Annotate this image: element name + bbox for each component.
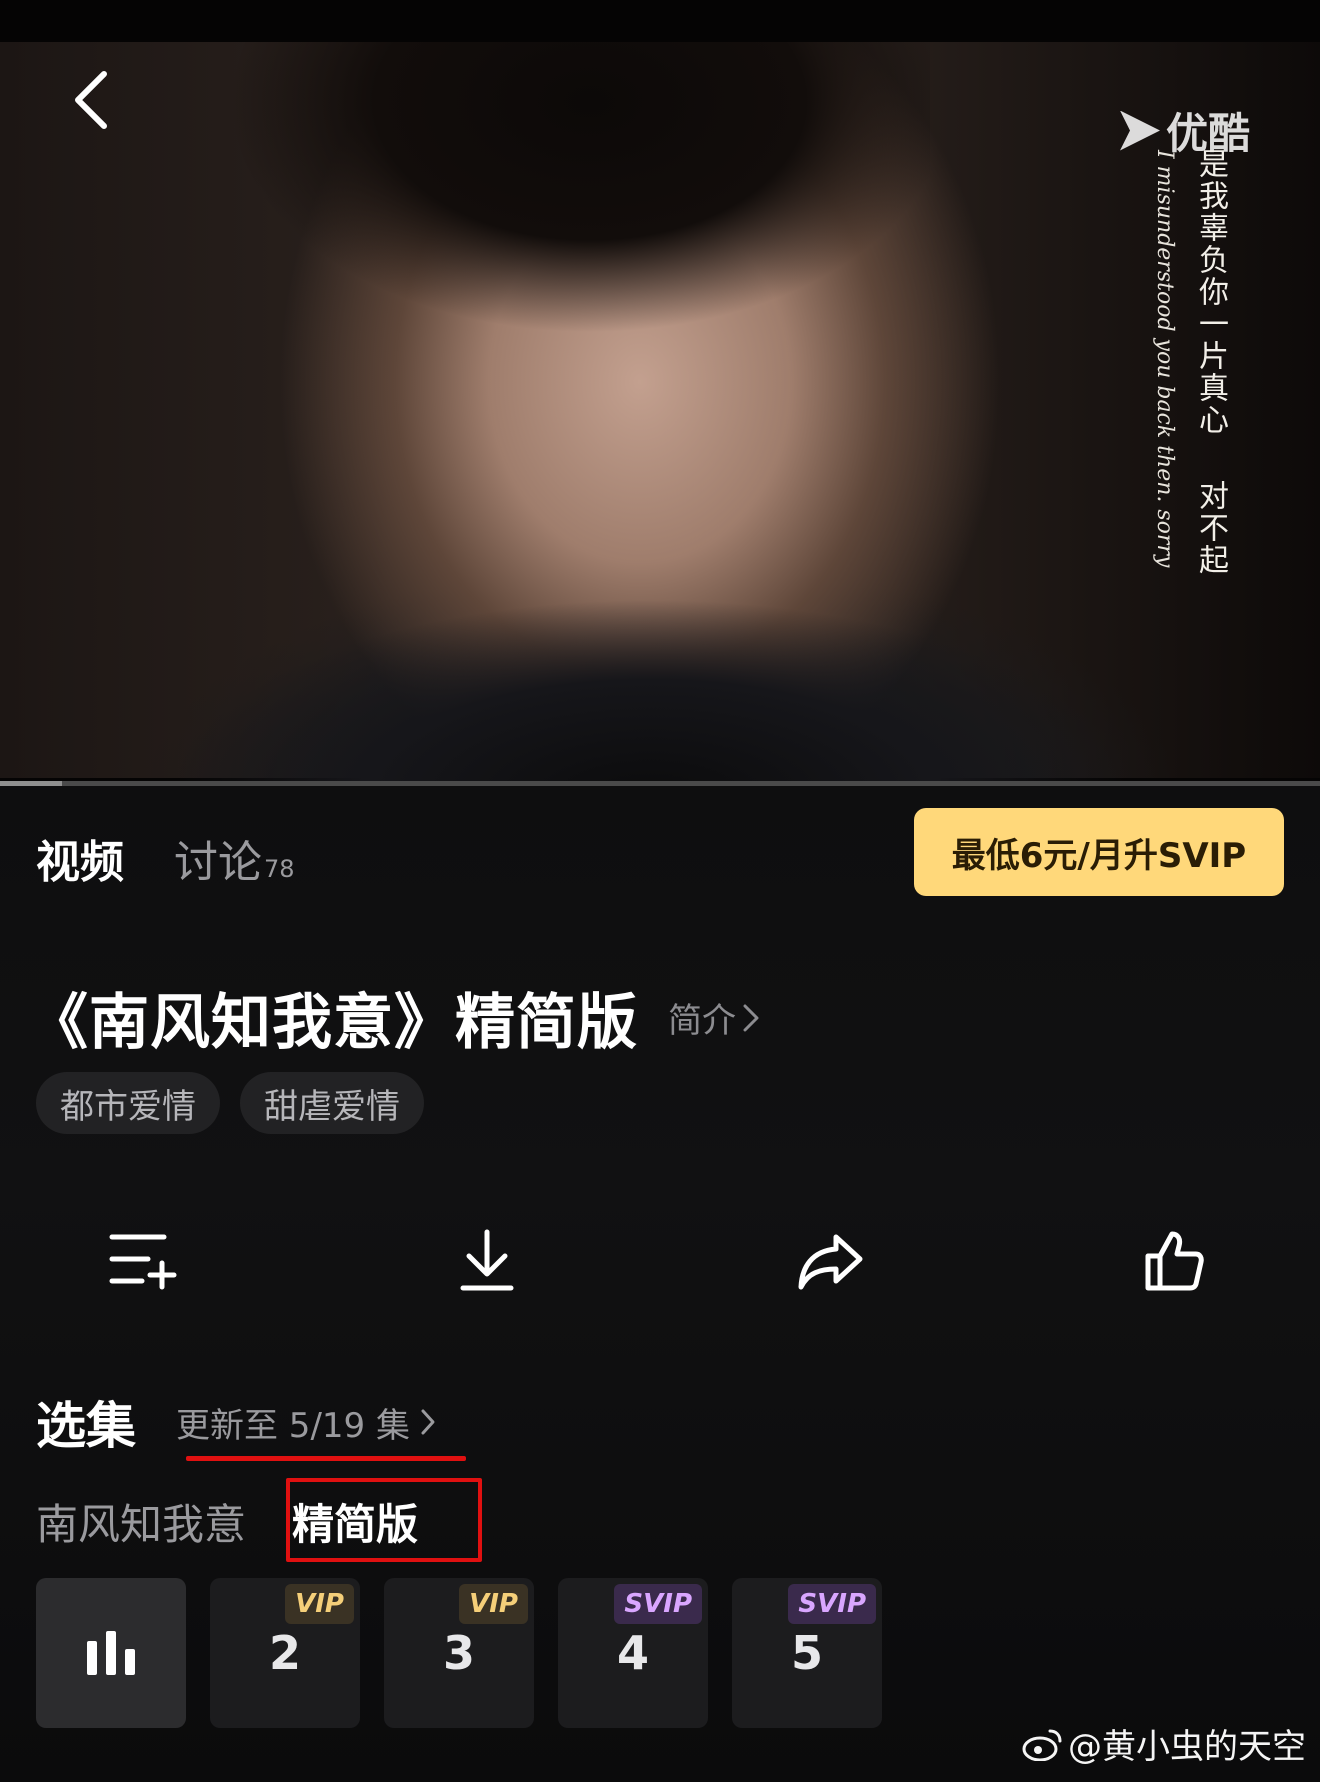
- share-icon: [798, 1234, 863, 1290]
- subtitle-english: I misunderstood you back then. sorry: [1152, 150, 1177, 568]
- detail-panel: 视频 讨论78 最低6元/月升SVIP 《南风知我意》精简版 简介 都市爱情 甜…: [0, 786, 1320, 1782]
- weibo-handle: @黄小虫的天空: [1068, 1727, 1306, 1767]
- svip-badge: SVIP: [788, 1584, 876, 1624]
- episode-1-playing[interactable]: [36, 1578, 186, 1728]
- intro-link[interactable]: 简介: [668, 993, 760, 1042]
- intro-label: 简介: [668, 1001, 736, 1041]
- tab-video[interactable]: 视频: [36, 826, 124, 890]
- discussion-count: 78: [264, 855, 295, 883]
- tab-discussion[interactable]: 讨论78: [174, 826, 295, 890]
- episode-number: 3: [442, 1626, 475, 1680]
- episodes-header: 选集 更新至 5/19 集: [36, 1386, 436, 1458]
- genre-tag[interactable]: 甜虐爱情: [240, 1072, 424, 1134]
- episode-5[interactable]: SVIP 5: [732, 1578, 882, 1728]
- youku-watermark: 优酷: [1120, 100, 1250, 161]
- now-playing-icon: [87, 1631, 135, 1675]
- chevron-left-icon: [75, 71, 107, 129]
- share-button[interactable]: [786, 1216, 876, 1306]
- update-status-link[interactable]: 更新至 5/19 集: [176, 1398, 436, 1447]
- annotation-underline: [186, 1456, 466, 1461]
- add-to-list-icon: [109, 1234, 177, 1290]
- episodes-title: 选集: [36, 1397, 136, 1455]
- download-icon: [460, 1229, 514, 1291]
- episode-number: 5: [790, 1626, 823, 1680]
- genre-tag[interactable]: 都市爱情: [36, 1072, 220, 1134]
- episode-number: 2: [268, 1626, 301, 1680]
- update-status-label: 更新至 5/19 集: [176, 1405, 410, 1446]
- svip-badge: SVIP: [614, 1584, 702, 1624]
- weibo-icon: [1022, 1729, 1062, 1761]
- youku-logo-icon: [1120, 110, 1160, 151]
- episode-grid: VIP 2 VIP 3 SVIP 4 SVIP 5: [36, 1578, 882, 1728]
- vip-badge: VIP: [285, 1584, 354, 1624]
- title-row: 《南风知我意》精简版 简介: [28, 974, 760, 1061]
- content-tabs: 视频 讨论78: [36, 826, 295, 890]
- back-button[interactable]: [62, 64, 118, 136]
- add-to-list-button[interactable]: [98, 1216, 188, 1306]
- version-full[interactable]: 南风知我意: [36, 1486, 246, 1556]
- annotation-box: [286, 1478, 482, 1562]
- video-frame-shadow: [230, 42, 930, 372]
- subtitle-chinese-sorry: 对不起: [1193, 480, 1228, 576]
- like-button[interactable]: [1130, 1216, 1220, 1306]
- download-button[interactable]: [442, 1216, 532, 1306]
- chevron-right-icon: [743, 1004, 759, 1031]
- episode-4[interactable]: SVIP 4: [558, 1578, 708, 1728]
- like-icon: [1145, 1231, 1204, 1291]
- chevron-right-icon: [421, 1409, 435, 1435]
- genre-tags: 都市爱情 甜虐爱情: [36, 1072, 424, 1134]
- episode-number: 4: [616, 1626, 649, 1680]
- action-bar: [0, 1216, 1320, 1306]
- episode-2[interactable]: VIP 2: [210, 1578, 360, 1728]
- episode-3[interactable]: VIP 3: [384, 1578, 534, 1728]
- weibo-watermark: @黄小虫的天空: [1022, 1719, 1306, 1768]
- vip-badge: VIP: [459, 1584, 528, 1624]
- video-frame-shadow-lower: [180, 600, 1130, 786]
- upgrade-svip-button[interactable]: 最低6元/月升SVIP: [914, 808, 1284, 896]
- tab-discussion-label: 讨论: [174, 837, 262, 888]
- show-title: 《南风知我意》精简版: [28, 988, 638, 1058]
- subtitle-chinese: 是我辜负你一片真心: [1193, 148, 1228, 436]
- video-player[interactable]: 优酷 是我辜负你一片真心 对不起 I misunderstood you bac…: [0, 0, 1320, 786]
